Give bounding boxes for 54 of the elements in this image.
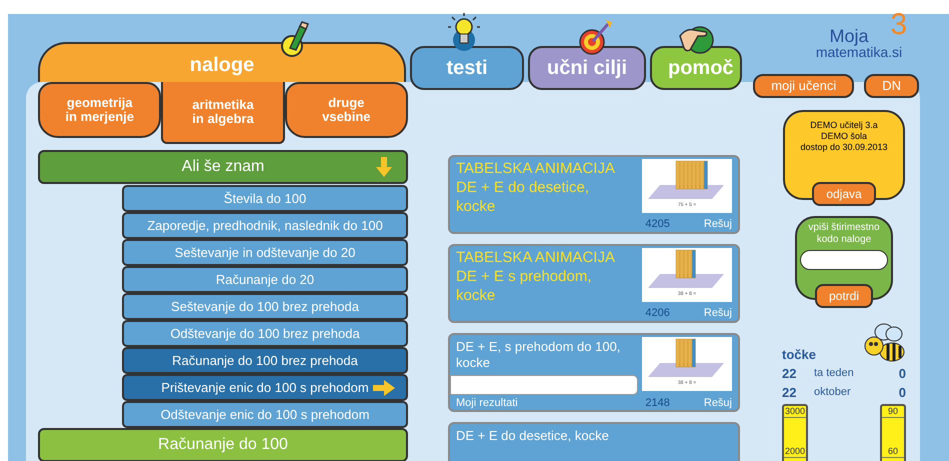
header-button[interactable]: DN [864, 74, 919, 98]
gauge-tick-label: 3000 [784, 406, 806, 418]
card-title: TABELSKA ANIMACIJA DE + E s prehodom, kocke [456, 248, 616, 305]
arrow-down-icon [374, 156, 394, 178]
topic-item[interactable]: Odštevanje enic do 100 s prehodom [122, 401, 408, 428]
section-header[interactable]: Ali še znam [38, 150, 408, 184]
topic-item[interactable]: Računanje do 100 brez prehoda [122, 347, 408, 374]
task-code: 4206 [645, 306, 670, 321]
code-field[interactable] [800, 250, 888, 270]
logo-word: Moja [829, 28, 868, 44]
card-title: TABELSKA ANIMACIJA DE + E do desetice, kocke [456, 159, 616, 216]
nav-tab[interactable]: naloge [38, 42, 406, 82]
user-info-text: DEMO učitelj 3.a [810, 120, 878, 131]
subtab[interactable]: druge vsebine [284, 82, 408, 138]
task-code: 4205 [645, 217, 670, 232]
arrow-right-icon [372, 379, 396, 397]
solve-link[interactable]: Rešuj [704, 305, 732, 322]
section-header[interactable]: Računanje do 100 [38, 428, 408, 461]
gauge-tick-label: 2000 [784, 446, 806, 458]
topic-item[interactable]: Zaporedje, predhodnik, naslednik do 100 [122, 212, 408, 239]
solve-link[interactable]: Rešuj [704, 395, 732, 412]
points-value: 22 [782, 384, 798, 402]
text-field[interactable] [450, 375, 638, 395]
topic-item[interactable]: Računanje do 20 [122, 266, 408, 293]
card-title: DE + E, s prehodom do 100, kocke [456, 338, 622, 371]
topic-item[interactable]: Odštevanje do 100 brez prehoda [122, 320, 408, 347]
results-link[interactable]: Moji rezultati [456, 395, 518, 412]
gauge-tick-label: 60 [882, 446, 904, 458]
subtab[interactable]: aritmetika in algebra [161, 82, 285, 144]
solve-link[interactable]: Rešuj [704, 216, 732, 232]
user-info-text: DEMO šola [820, 131, 867, 142]
logo-grade: 3 [890, 10, 907, 40]
subtab[interactable]: geometrija in merjenje [38, 82, 162, 138]
nav-tab[interactable]: testi [410, 46, 524, 90]
points-value: 22 [782, 364, 798, 383]
period-label: oktober [814, 385, 851, 400]
period-label: ta teden [814, 366, 854, 382]
points-title: točke [782, 346, 816, 364]
card-title: DE + E do desetice, kocke [456, 427, 610, 444]
topic-item[interactable]: Seštevanje do 100 brez prehoda [122, 293, 408, 320]
code-prompt: vpiši štirimestno kodo naloge [808, 222, 880, 246]
topic-item[interactable]: Števila do 100 [122, 185, 408, 212]
gauge-tick-label: 90 [882, 406, 904, 418]
nav-tab[interactable]: pomoč [650, 46, 742, 90]
user-info-text: dostop do 30.09.2013 [800, 142, 888, 153]
header-button[interactable]: moji učenci [753, 74, 854, 98]
topic-item[interactable]: Prištevanje enic do 100 s prehodom [122, 374, 408, 401]
points-value: 0 [898, 384, 906, 402]
nav-tab[interactable]: učni cilji [528, 46, 646, 90]
topic-item[interactable]: Seštevanje in odštevanje do 20 [122, 239, 408, 266]
logout-button[interactable]: odjava [812, 182, 876, 206]
confirm-button[interactable]: potrdi [814, 284, 874, 308]
points-value: 0 [898, 364, 906, 383]
task-code: 2148 [645, 396, 670, 411]
